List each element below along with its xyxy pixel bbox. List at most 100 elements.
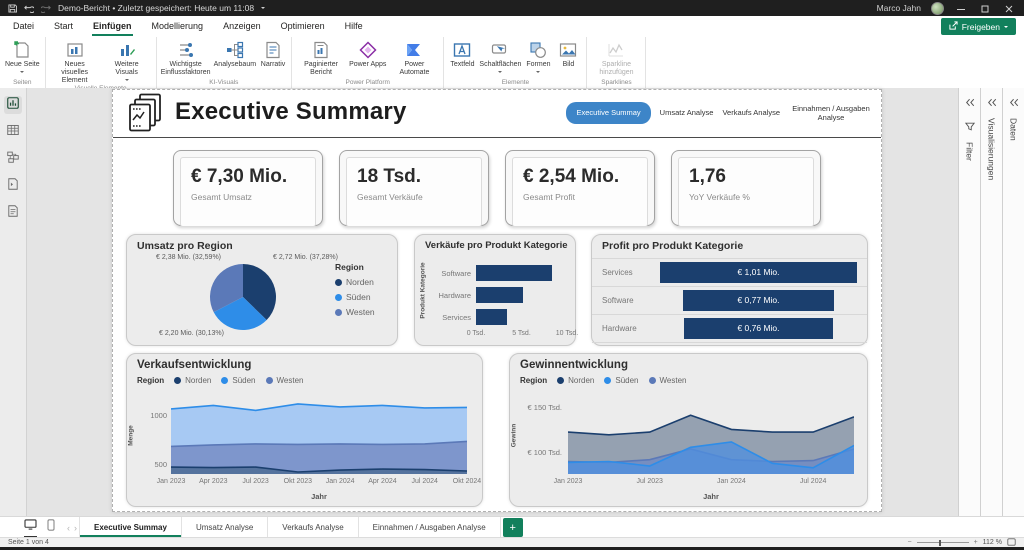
pane-filter[interactable]: Filter [958,88,980,517]
kpi-card-gesamt-verk-ufe[interactable]: 18 Tsd.Gesamt Verkäufe [339,150,489,226]
menu-tab-hilfe[interactable]: Hilfe [344,18,364,36]
kpi-card-gesamt-profit[interactable]: € 2,54 Mio.Gesamt Profit [505,150,655,226]
ribbon-button-formen[interactable]: Formen [524,39,552,76]
menu-tab-anzeigen[interactable]: Anzeigen [222,18,262,36]
area-x-ticks: Jan 2023Jul 2023Jan 2024Jul 2024 [568,478,854,487]
page-tab-einnahmen-ausgaben-analyse[interactable]: Einnahmen / Ausgaben Analyse [359,517,501,538]
funnel-row-services: Services€ 1,01 Mio. [592,258,867,286]
funnel-row-software: Software€ 0,77 Mio. [592,286,867,314]
page-tab-executive-summay[interactable]: Executive Summay [79,517,182,538]
zoom-out-icon[interactable]: − [907,539,911,546]
bar-services[interactable] [476,309,507,325]
ribbon-button-bild[interactable]: Bild [554,39,582,70]
area-chart[interactable] [568,400,854,474]
visual-profit-pro-produkt-kategorie[interactable]: Profit pro Produkt Kategorie Services€ 1… [591,234,868,346]
kpi-card-yoy-verk-ufe[interactable]: 1,76YoY Verkäufe % [671,150,821,226]
ribbon-button-power-apps[interactable]: Power Apps [348,39,387,70]
legend-title: Region [137,376,164,385]
expand-pane-icon[interactable] [987,94,997,112]
bar-chart: SoftwareHardwareServices [429,262,567,328]
funnel-bar-software[interactable]: € 0,77 Mio. [683,290,833,311]
ribbon-button-neues-visuelles-element[interactable]: Neues visuelles Element [50,39,100,85]
table-view-button[interactable] [4,123,22,141]
ribbon-button-neue-seite[interactable]: Neue Seite [4,39,41,76]
model-view-button[interactable] [4,150,22,168]
ribbon-button-analysebaum[interactable]: Analysebaum [213,39,257,70]
nav-button-verkaufs-analyse[interactable]: Verkaufs Analyse [722,108,780,117]
zoom-slider[interactable] [917,542,969,543]
report-view-button[interactable] [4,96,22,114]
page-tab-verkaufs-analyse[interactable]: Verkaufs Analyse [268,517,358,538]
expand-pane-icon[interactable] [965,94,975,112]
funnel-bar-services[interactable]: € 1,01 Mio. [660,262,857,283]
visual-verkaufsentwicklung[interactable]: Verkaufsentwicklung RegionNordenSüdenWes… [126,353,483,507]
close-button[interactable] [1002,3,1016,13]
visual-umsatz-pro-region[interactable]: Umsatz pro Region € 2,38 Mio. (32,59%) €… [126,234,398,346]
legend-dot [266,377,273,384]
area-chart[interactable] [171,400,467,474]
share-button[interactable]: Freigeben [941,18,1016,35]
fit-to-page-icon[interactable] [1007,538,1016,548]
menu-tab-start[interactable]: Start [53,18,74,36]
ribbon-button-narrativ[interactable]: Narrativ [259,39,287,70]
minimize-button[interactable] [954,3,968,13]
save-icon[interactable] [8,4,17,13]
legend-label: Norden [346,277,374,287]
redo-icon[interactable] [41,4,51,13]
visual-gewinnentwicklung[interactable]: Gewinnentwicklung RegionNordenSüdenWeste… [509,353,868,507]
user-name[interactable]: Marco Jahn [877,3,921,13]
autosave-caret-icon[interactable] [261,7,265,11]
dropdown-caret-icon [536,71,540,75]
menu-tab-modellierung[interactable]: Modellierung [151,18,205,36]
ribbon-button-textfeld[interactable]: Textfeld [448,39,476,70]
pie-chart[interactable] [208,262,278,332]
bar-category-label: Software [429,269,476,278]
dax-query-view-button[interactable] [4,177,22,195]
zoom-slider-thumb[interactable] [939,540,942,546]
legend-item-norden: Norden [335,277,375,287]
legend-item-s-den: Süden [335,292,375,302]
nav-button-umsatz-analyse[interactable]: Umsatz Analyse [660,108,714,117]
dax-query-view-icon [6,177,20,196]
ribbon-button-schaltfl-chen[interactable]: Schaltflächen [478,39,522,76]
visual-verkaeufe-pro-produkt-kategorie[interactable]: Verkäufe pro Produkt Kategorie Produkt K… [414,234,576,346]
prev-page-icon[interactable]: ‹ [65,523,72,533]
menu-tab-datei[interactable]: Datei [12,18,35,36]
undo-icon[interactable] [24,4,34,13]
tmdl-view-button[interactable] [4,204,22,222]
expand-pane-icon[interactable] [1009,94,1019,112]
maximize-button[interactable] [978,3,992,13]
next-page-icon[interactable]: › [72,523,79,533]
zoom-in-icon[interactable]: + [974,539,978,546]
kpi-card-gesamt-umsatz[interactable]: € 7,30 Mio.Gesamt Umsatz [173,150,323,226]
bar-hardware[interactable] [476,287,523,303]
bar-software[interactable] [476,265,552,281]
menu-tab-einf-gen[interactable]: Einfügen [92,18,133,36]
ribbon-button-power-automate[interactable]: Power Automate [389,39,439,78]
ribbon-button-wichtigste-einflussfaktoren[interactable]: Wichtigste Einflussfaktoren [161,39,211,78]
visual-title: Verkäufe pro Produkt Kategorie [425,240,568,251]
nav-button-executive-summay[interactable]: Executive Summay [566,102,650,123]
ribbon-button-label: Wichtigste Einflussfaktoren [161,61,211,77]
ribbon-button-weitere-visuals[interactable]: Weitere Visuals [102,39,152,84]
page-tab-umsatz-analyse[interactable]: Umsatz Analyse [182,517,268,538]
funnel-chart: Services€ 1,01 Mio.Software€ 0,77 Mio.Ha… [592,258,867,343]
ribbon-button-paginierter-bericht[interactable]: Paginierter Bericht [296,39,346,78]
area-y-axis-label: Gewinn [511,406,518,466]
funnel-bar-hardware[interactable]: € 0,76 Mio. [684,318,832,339]
avatar[interactable] [931,2,944,15]
menu-tab-optimieren[interactable]: Optimieren [280,18,326,36]
page-tabs-bar: ‹ › Executive SummayUmsatz AnalyseVerkau… [0,516,1024,538]
pane-daten[interactable]: Daten [1002,88,1024,517]
table-view-icon [6,123,20,142]
legend-item-s-den: Süden [221,376,255,385]
legend-dot [335,309,342,316]
mobile-view-icon[interactable] [47,518,55,537]
add-page-button[interactable]: + [503,518,523,537]
pane-visualisierungen[interactable]: Visualisierungen [980,88,1002,517]
nav-button-einnahmen-ausgaben-analyse[interactable]: Einnahmen / Ausgaben Analyse [789,104,873,123]
power-apps-icon [358,40,378,60]
key-influencers-icon [176,40,196,60]
page-header: Executive Summary Executive SummayUmsatz… [113,90,881,138]
desktop-view-icon[interactable] [24,517,37,538]
